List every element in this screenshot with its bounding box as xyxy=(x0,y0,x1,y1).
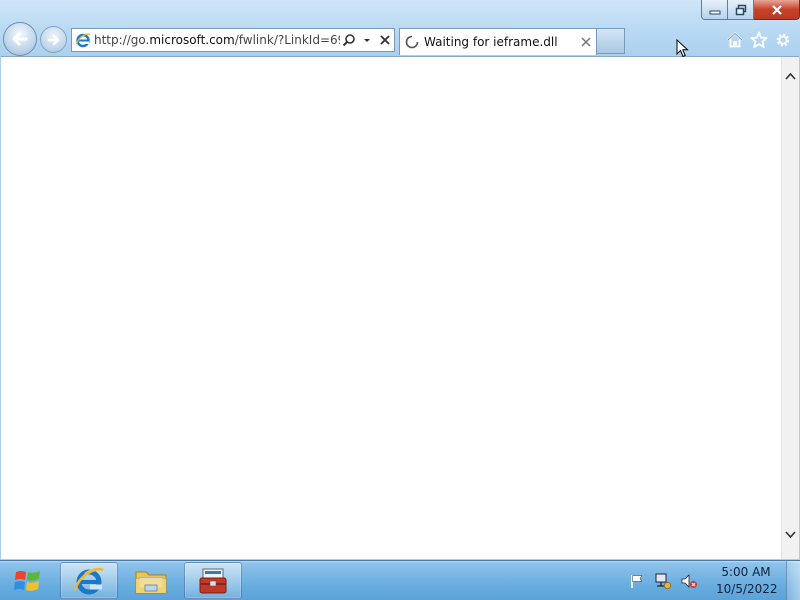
taskbar-server-manager[interactable] xyxy=(184,562,242,599)
back-button[interactable] xyxy=(3,22,37,56)
forward-arrow-icon xyxy=(47,34,59,45)
home-button[interactable] xyxy=(725,30,745,50)
folder-icon xyxy=(135,571,167,593)
ie-logo-icon xyxy=(72,29,94,51)
new-tab-button[interactable] xyxy=(597,28,625,54)
url-prefix: http://go. xyxy=(94,33,150,47)
forward-button[interactable] xyxy=(40,26,67,53)
page-content[interactable] xyxy=(1,56,799,559)
home-icon xyxy=(727,32,743,48)
chevron-down-icon xyxy=(364,39,370,42)
browser-window: http://go.microsoft.com/fwlink/?LinkId=6… xyxy=(0,0,800,560)
minimize-button[interactable] xyxy=(701,0,728,20)
restore-button[interactable] xyxy=(728,0,754,20)
notification-area: 5:00 AM 10/5/2022 xyxy=(624,561,778,600)
url-text[interactable]: http://go.microsoft.com/fwlink/?LinkId=6… xyxy=(94,33,340,47)
stop-icon xyxy=(380,35,390,45)
tab-active[interactable]: Waiting for ieframe.dll xyxy=(399,28,597,55)
minimize-icon xyxy=(709,10,720,14)
search-button[interactable] xyxy=(340,29,358,51)
address-bar[interactable]: http://go.microsoft.com/fwlink/?LinkId=6… xyxy=(71,28,395,52)
volume-muted-icon xyxy=(681,574,697,588)
search-icon xyxy=(342,34,355,47)
clock-time: 5:00 AM xyxy=(721,565,771,579)
clock-date: 10/5/2022 xyxy=(716,582,778,596)
tools-button[interactable] xyxy=(773,30,793,50)
taskbar-internet-explorer[interactable] xyxy=(60,562,118,599)
taskbar: 5:00 AM 10/5/2022 xyxy=(0,560,800,600)
stop-button[interactable] xyxy=(376,29,394,51)
mouse-cursor xyxy=(676,38,690,63)
caption-buttons xyxy=(701,0,800,20)
gear-icon xyxy=(776,33,790,47)
close-icon xyxy=(581,37,591,47)
volume-button[interactable] xyxy=(679,571,699,591)
start-button[interactable] xyxy=(4,562,52,600)
close-button[interactable] xyxy=(754,0,800,20)
taskbar-windows-explorer[interactable] xyxy=(122,562,180,599)
chevron-down-icon xyxy=(785,530,796,538)
show-desktop-button[interactable] xyxy=(786,561,800,600)
network-icon xyxy=(655,573,672,590)
address-dropdown-button[interactable] xyxy=(358,29,376,51)
arrow-cursor-icon xyxy=(676,38,689,58)
tab-title: Waiting for ieframe.dll xyxy=(424,35,558,49)
toolbox-icon xyxy=(199,568,227,593)
loading-spinner-icon xyxy=(400,35,424,49)
windows-logo-icon xyxy=(14,571,40,591)
url-suffix: /fwlink/?LinkId=69157 xyxy=(234,33,340,47)
star-icon xyxy=(750,31,768,48)
url-domain: microsoft.com xyxy=(149,33,235,47)
flag-icon xyxy=(631,575,643,588)
ie-logo-icon xyxy=(73,567,104,594)
favorites-button[interactable] xyxy=(749,30,769,50)
network-button[interactable] xyxy=(653,571,673,591)
restore-icon xyxy=(735,4,746,15)
chevron-up-icon xyxy=(785,72,796,80)
tab-close-button[interactable] xyxy=(576,37,596,47)
scroll-down-button[interactable] xyxy=(782,526,799,543)
action-center-button[interactable] xyxy=(627,571,647,591)
back-arrow-icon xyxy=(12,32,28,46)
close-icon xyxy=(771,4,782,15)
scroll-up-button[interactable] xyxy=(782,67,799,84)
system-clock[interactable]: 5:00 AM 10/5/2022 xyxy=(716,564,778,598)
vertical-scrollbar[interactable] xyxy=(781,57,799,559)
